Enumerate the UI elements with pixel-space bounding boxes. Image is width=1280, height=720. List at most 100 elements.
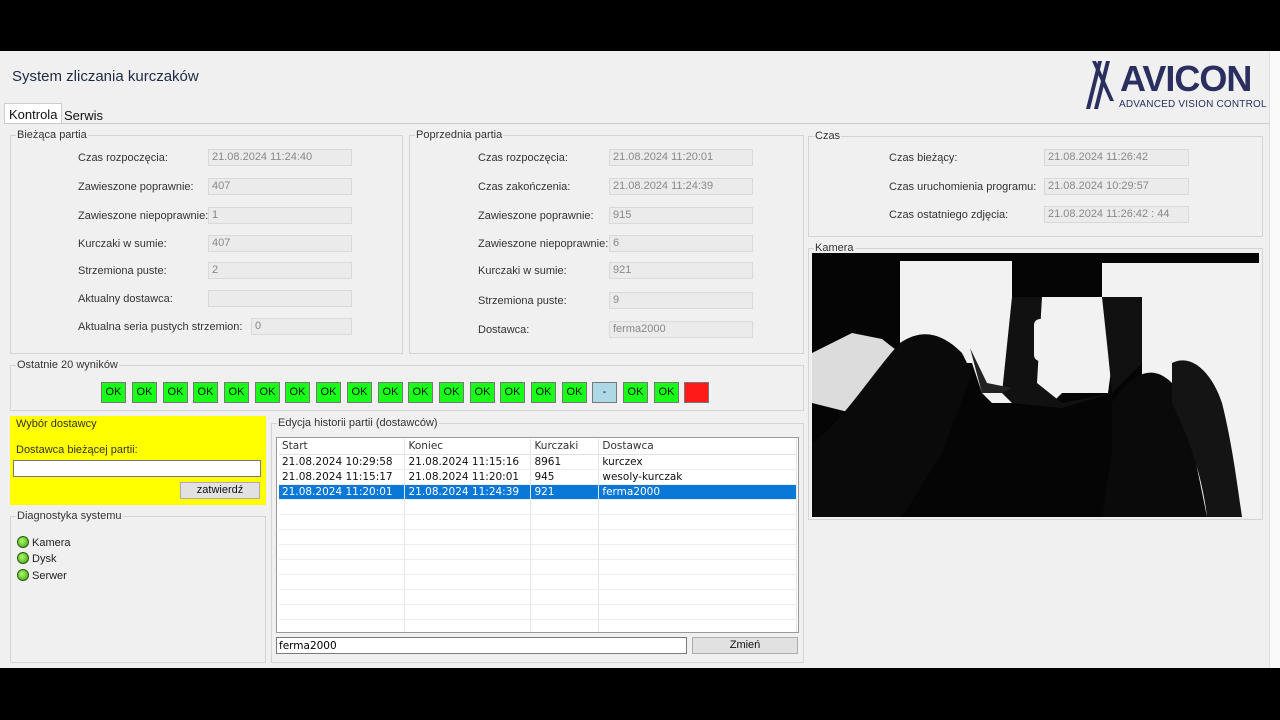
result-11: OK — [408, 382, 433, 403]
empty-row — [279, 604, 797, 620]
previous-end-field: 21.08.2024 11:24:39 — [609, 178, 753, 195]
current-start-field: 21.08.2024 11:24:40 — [208, 149, 352, 166]
result-13: OK — [470, 382, 495, 403]
previous-supplier-label: Dostawca: — [478, 324, 530, 336]
confirm-supplier-button[interactable]: zatwierdź — [180, 482, 260, 499]
logo-tagline: ADVANCED VISION CONTROL — [1119, 99, 1267, 110]
current-bad-label: Zawieszone niepoprawnie: — [78, 210, 209, 222]
previous-start-field: 21.08.2024 11:20:01 — [609, 149, 753, 166]
supplier-input[interactable] — [13, 460, 261, 477]
current-start-label: Czas rozpoczęcia: — [78, 152, 168, 164]
diagnostics-title: Diagnostyka systemu — [16, 510, 123, 522]
diagnostics-group: Diagnostyka systemu Kamera Dysk Serwer — [10, 510, 266, 663]
cell-start: 21.08.2024 11:20:01 — [279, 484, 406, 500]
diag-camera-label: Kamera — [32, 537, 71, 549]
current-empty-label: Strzemiona puste: — [78, 265, 167, 277]
result-20 — [684, 382, 709, 403]
table-row[interactable]: 21.08.2024 11:15:17 21.08.2024 11:20:01 … — [279, 469, 797, 485]
empty-row — [279, 499, 797, 515]
empty-row — [279, 559, 797, 575]
column-supplier[interactable]: Dostawca — [598, 439, 797, 455]
empty-row — [279, 529, 797, 545]
column-end[interactable]: Koniec — [404, 439, 532, 455]
supplier-edit-input[interactable] — [276, 637, 687, 654]
cell-supplier: ferma2000 — [598, 484, 797, 500]
result-4: OK — [193, 382, 218, 403]
previous-batch-title: Poprzednia partia — [415, 129, 504, 141]
supplier-select-panel: Wybór dostawcy Dostawca bieżącej partii:… — [10, 416, 266, 505]
column-count[interactable]: Kurczaki — [530, 439, 600, 455]
history-title: Edycja historii partii (dostawców) — [277, 417, 439, 429]
previous-end-label: Czas zakończenia: — [478, 181, 571, 193]
result-5: OK — [224, 382, 249, 403]
tab-kontrola[interactable]: Kontrola — [4, 103, 63, 124]
logo-mark-icon — [1086, 61, 1114, 109]
cell-supplier: kurczex — [598, 454, 797, 470]
current-empty-field: 2 — [208, 262, 352, 279]
table-header: Start Koniec Kurczaki Dostawca — [279, 439, 797, 455]
result-19: OK — [654, 382, 679, 403]
empty-row — [279, 544, 797, 560]
result-16: OK — [562, 382, 587, 403]
empty-row — [279, 574, 797, 590]
main-window: System zliczania kurczaków AVICON ADVANC… — [0, 51, 1269, 668]
previous-supplier-field: ferma2000 — [609, 321, 753, 338]
start-time-label: Czas uruchomienia programu: — [889, 181, 1037, 193]
avicon-logo: AVICON ADVANCED VISION CONTROL — [1076, 57, 1268, 113]
history-table[interactable]: Start Koniec Kurczaki Dostawca 21.08.202… — [276, 437, 799, 633]
current-supplier-field — [208, 290, 352, 307]
diag-camera: Kamera — [17, 536, 71, 549]
result-10: OK — [378, 382, 403, 403]
cell-end: 21.08.2024 11:15:16 — [404, 454, 532, 470]
previous-empty-field: 9 — [609, 292, 753, 309]
column-start[interactable]: Start — [279, 439, 406, 455]
last-results-title: Ostatnie 20 wyników — [16, 359, 119, 371]
table-row-selected[interactable]: 21.08.2024 11:20:01 21.08.2024 11:24:39 … — [279, 484, 797, 500]
status-led-icon — [17, 552, 29, 564]
logo-brand: AVICON — [1120, 58, 1252, 99]
diag-server: Serwer — [17, 569, 67, 582]
current-empty-series-field: 0 — [251, 318, 352, 335]
window-edge — [1269, 51, 1280, 668]
result-3: OK — [163, 382, 188, 403]
start-time-field: 21.08.2024 10:29:57 — [1044, 178, 1189, 195]
diag-disk: Dysk — [17, 552, 56, 565]
result-9: OK — [347, 382, 372, 403]
current-ok-field: 407 — [208, 178, 352, 195]
cell-end: 21.08.2024 11:24:39 — [404, 484, 532, 500]
last-photo-label: Czas ostatniego zdjęcia: — [889, 209, 1009, 221]
current-total-label: Kurczaki w sumie: — [78, 238, 167, 250]
cell-count: 945 — [530, 469, 600, 485]
current-supplier-label: Aktualny dostawca: — [78, 293, 173, 305]
current-time-field: 21.08.2024 11:26:42 — [1044, 149, 1189, 166]
empty-row — [279, 514, 797, 530]
previous-bad-label: Zawieszone niepoprawnie: — [478, 238, 609, 250]
tab-divider — [4, 123, 1269, 124]
current-ok-label: Zawieszone poprawnie: — [78, 181, 194, 193]
cell-start: 21.08.2024 10:29:58 — [279, 454, 406, 470]
change-supplier-button[interactable]: Zmień — [692, 637, 798, 654]
app-title: System zliczania kurczaków — [12, 68, 199, 85]
current-batch-title: Bieżąca partia — [16, 129, 88, 141]
diag-disk-label: Dysk — [32, 553, 57, 565]
empty-row — [279, 589, 797, 605]
result-18: OK — [623, 382, 648, 403]
table-row[interactable]: 21.08.2024 10:29:58 21.08.2024 11:15:16 … — [279, 454, 797, 470]
empty-row — [279, 619, 797, 632]
cell-start: 21.08.2024 11:15:17 — [279, 469, 406, 485]
cell-end: 21.08.2024 11:20:01 — [404, 469, 532, 485]
previous-ok-field: 915 — [609, 207, 753, 224]
previous-total-label: Kurczaki w sumie: — [478, 265, 567, 277]
result-12: OK — [439, 382, 464, 403]
current-total-field: 407 — [208, 235, 352, 252]
cell-count: 8961 — [530, 454, 600, 470]
time-title: Czas — [814, 130, 842, 142]
result-17: - — [592, 382, 617, 403]
supplier-select-label: Dostawca bieżącej partii: — [16, 444, 138, 456]
previous-empty-label: Strzemiona puste: — [478, 295, 567, 307]
current-time-label: Czas bieżący: — [889, 152, 958, 164]
result-15: OK — [531, 382, 556, 403]
camera-view — [812, 253, 1259, 517]
result-1: OK — [101, 382, 126, 403]
camera-image — [812, 253, 1259, 517]
